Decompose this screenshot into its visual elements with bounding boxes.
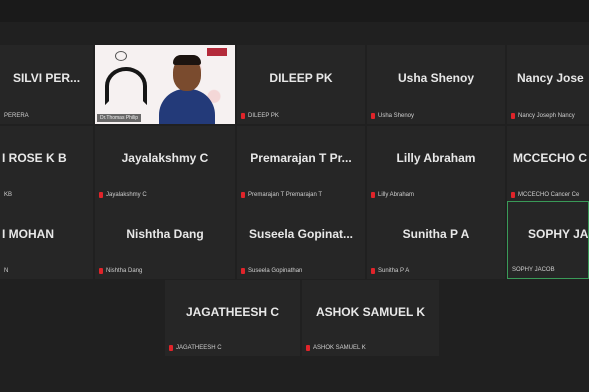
- participant-name: DILEEP PK: [269, 71, 333, 86]
- participant-tile-jagatheesh[interactable]: JAGATHEESH C JAGATHEESH C: [165, 280, 300, 356]
- participant-label: N: [4, 268, 9, 274]
- participant-label: Nishtha Dang: [99, 268, 142, 274]
- participant-name: Jayalakshmy C: [121, 151, 209, 166]
- mic-muted-icon: [99, 268, 103, 274]
- participant-name: MCCECHO C: [513, 151, 587, 166]
- participant-label: Usha Shenoy: [371, 113, 414, 119]
- participant-label: Jayalakshmy C: [99, 192, 147, 198]
- participant-tile-jayalakshmy[interactable]: Jayalakshmy C Jayalakshmy C: [95, 126, 235, 203]
- participant-tile-premarajan[interactable]: Premarajan T Pr... Premarajan T Premaraj…: [237, 126, 365, 203]
- participant-tile-silvi[interactable]: SILVI PER... PERERA: [0, 45, 93, 124]
- participant-label: Lilly Abraham: [371, 192, 414, 198]
- mic-muted-icon: [99, 192, 103, 198]
- participant-tile-suseela[interactable]: Suseela Gopinat... Suseela Gopinathan: [237, 201, 365, 279]
- participant-name: Lilly Abraham: [396, 151, 476, 166]
- participant-label: Dr.Thomas Philip: [97, 114, 142, 122]
- logo-arc: [105, 67, 147, 105]
- participant-tile-mohan[interactable]: I MOHAN N: [0, 201, 93, 279]
- participant-label: Nancy Joseph Nancy: [511, 113, 575, 119]
- mic-muted-icon: [241, 113, 245, 119]
- participant-label: Premarajan T Premarajan T: [241, 192, 322, 198]
- logo-badge: [207, 48, 227, 56]
- participant-name: Nancy Jose: [517, 71, 584, 86]
- participant-label: MCCECHO Cancer Ce: [511, 192, 579, 198]
- participant-name: Suseela Gopinat...: [248, 226, 354, 241]
- mic-muted-icon: [306, 345, 310, 351]
- participant-tile-nancy[interactable]: Nancy Jose Nancy Joseph Nancy: [507, 45, 589, 124]
- mic-muted-icon: [511, 192, 515, 198]
- window-top-bar: [0, 0, 589, 22]
- participant-name: Premarajan T Pr...: [250, 151, 352, 166]
- participant-tile-sophy-active-speaker[interactable]: SOPHY JA SOPHY JACOB: [507, 201, 589, 279]
- participant-name: I ROSE K B: [2, 151, 67, 166]
- participant-tile-mccecho[interactable]: MCCECHO C MCCECHO Cancer Ce: [507, 126, 589, 203]
- logo-mark: [115, 51, 127, 61]
- participant-tile-sunitha[interactable]: Sunitha P A Sunitha P A: [367, 201, 505, 279]
- participant-label: JAGATHEESH C: [169, 345, 222, 351]
- participant-label: Suseela Gopinathan: [241, 268, 302, 274]
- participant-name: ASHOK SAMUEL K: [315, 304, 426, 319]
- participant-label: DILEEP PK: [241, 113, 279, 119]
- participant-name: Usha Shenoy: [397, 71, 475, 86]
- participant-label: Sunitha P A: [371, 268, 409, 274]
- presenter-hair: [173, 55, 201, 65]
- mic-muted-icon: [371, 113, 375, 119]
- participant-label: KB: [4, 192, 13, 198]
- participant-label: PERERA: [4, 113, 29, 119]
- mic-muted-icon: [371, 192, 375, 198]
- participant-name: I MOHAN: [2, 226, 54, 241]
- participant-name: Nishtha Dang: [126, 226, 204, 241]
- mic-muted-icon: [169, 345, 173, 351]
- mic-muted-icon: [511, 113, 515, 119]
- participant-label: ASHOK SAMUEL K: [306, 345, 366, 351]
- mic-muted-icon: [241, 268, 245, 274]
- participant-tile-lilly[interactable]: Lilly Abraham Lilly Abraham: [367, 126, 505, 203]
- mic-muted-icon: [371, 268, 375, 274]
- participant-tile-dileep[interactable]: DILEEP PK DILEEP PK: [237, 45, 365, 124]
- participant-name: SOPHY JA: [528, 226, 589, 241]
- participant-name: SILVI PER...: [12, 71, 81, 86]
- participant-video-presenter[interactable]: Dr.Thomas Philip: [95, 45, 235, 124]
- mic-muted-icon: [241, 192, 245, 198]
- participant-name: Sunitha P A: [402, 226, 470, 241]
- participant-label: SOPHY JACOB: [512, 267, 555, 273]
- participant-tile-nishtha[interactable]: Nishtha Dang Nishtha Dang: [95, 201, 235, 279]
- participant-tile-rose[interactable]: I ROSE K B KB: [0, 126, 93, 203]
- participant-tile-usha[interactable]: Usha Shenoy Usha Shenoy: [367, 45, 505, 124]
- participant-tile-ashok[interactable]: ASHOK SAMUEL K ASHOK SAMUEL K: [302, 280, 439, 356]
- participant-name: JAGATHEESH C: [185, 304, 280, 319]
